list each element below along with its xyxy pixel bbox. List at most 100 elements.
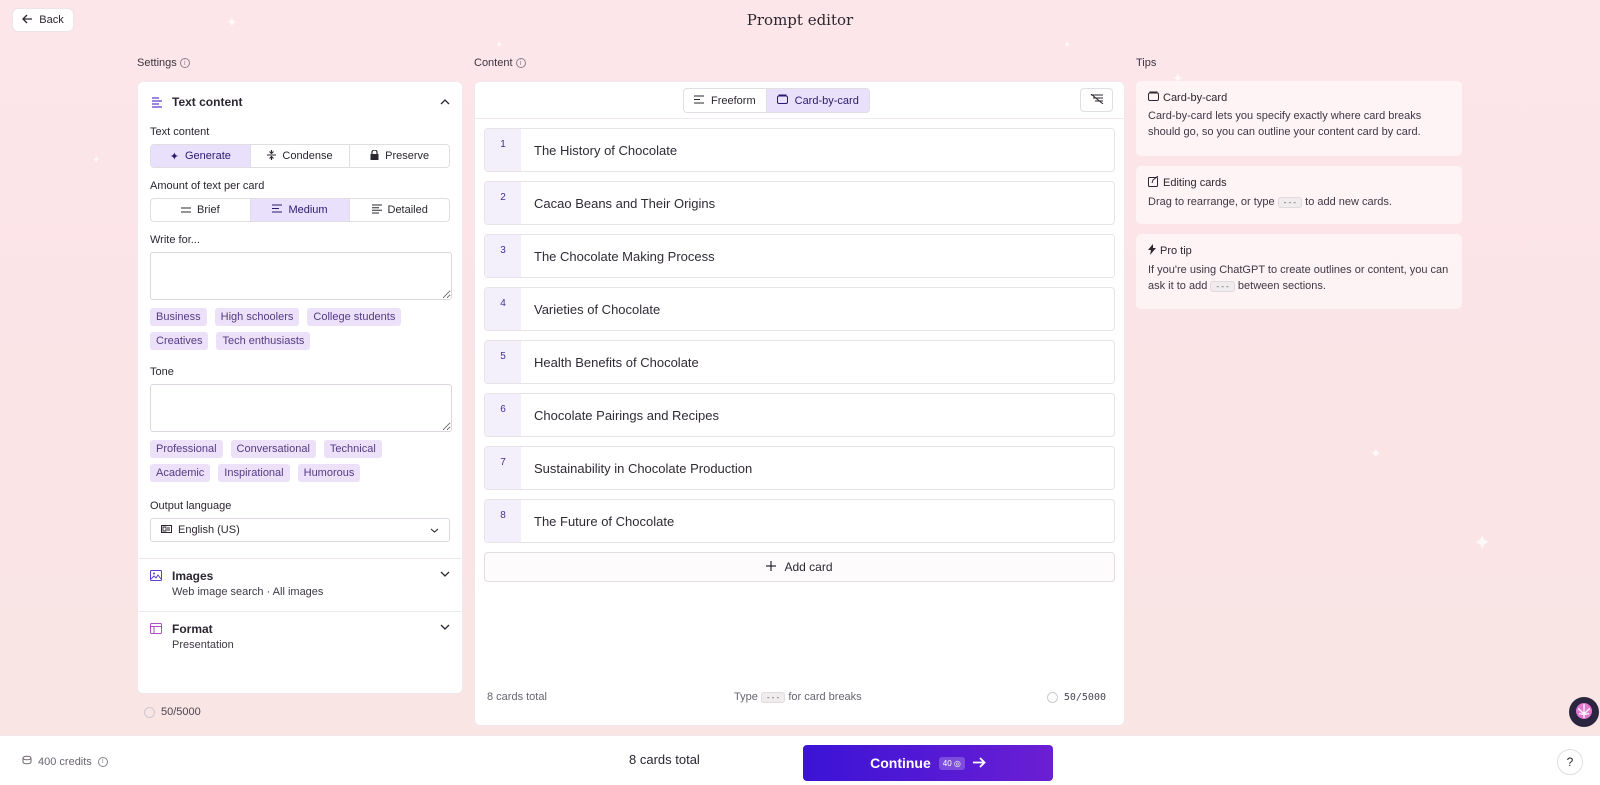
coins-icon [22,755,32,768]
card-title[interactable]: The History of Chocolate [521,129,677,171]
chip-high-schoolers[interactable]: High schoolers [214,308,300,326]
write-for-input[interactable] [150,252,452,300]
help-button[interactable]: ? [1557,749,1583,775]
condense-option[interactable]: Condense [251,145,351,167]
sparkle-decoration: ✦ [495,40,504,51]
chevron-down-icon[interactable] [440,569,450,580]
chip-professional[interactable]: Professional [150,440,223,458]
section-title: Text content [172,95,243,109]
kbd-dashes: --- [760,691,786,703]
clear-formatting-icon [1090,93,1104,107]
kbd-dashes: --- [1277,197,1303,208]
mode-toggle: Freeform Card-by-card [683,88,870,113]
format-subtitle: Presentation [172,639,234,651]
detailed-option[interactable]: Detailed [350,199,449,221]
option-label: Medium [288,204,328,216]
char-count-value: 50/5000 [1063,691,1106,703]
chip-inspirational[interactable]: Inspirational [218,464,290,482]
write-for-label: Write for... [150,234,200,246]
continue-button[interactable]: Continue 40 ◎ [803,745,1053,781]
add-card-button[interactable]: Add card [484,552,1115,582]
images-section[interactable]: Images Web image search · All images [138,559,462,611]
list-item[interactable]: 8 The Future of Chocolate [484,499,1115,543]
card-number: 3 [485,235,521,277]
card-title[interactable]: Cacao Beans and Their Origins [521,182,715,224]
chevron-up-icon[interactable] [440,97,450,108]
chip-creatives[interactable]: Creatives [150,332,209,350]
kbd-dashes: --- [1210,281,1235,292]
card-title[interactable]: The Future of Chocolate [521,500,674,542]
plus-icon [766,560,777,574]
preserve-option[interactable]: Preserve [350,145,449,167]
text-content-section-header[interactable]: Text content [138,82,462,112]
brief-option[interactable]: Brief [151,199,251,221]
tip-editing-cards: Editing cards Drag to rearrange, or type… [1136,166,1462,224]
format-section[interactable]: Format Presentation [138,612,462,664]
content-footer: 8 cards total Type --- for card breaks 5… [487,691,1106,703]
chip-technical[interactable]: Technical [323,440,382,458]
list-item[interactable]: 6 Chocolate Pairings and Recipes [484,393,1115,437]
lock-icon [370,148,379,163]
progress-ring-icon [144,706,155,718]
card-title[interactable]: Chocolate Pairings and Recipes [521,394,719,436]
chip-academic[interactable]: Academic [150,464,211,482]
content-char-count: 50/5000 [1046,691,1106,703]
sparkle-decoration: ✦ [92,155,101,166]
output-language-select[interactable]: English (US) [150,518,450,542]
mode-label: Card-by-card [794,94,859,107]
format-title: Format [172,622,213,636]
option-label: Brief [197,204,220,216]
arrow-right-icon [972,755,986,771]
clear-formatting-button[interactable] [1080,88,1113,112]
text-lines-icon [150,95,164,109]
assistant-brain-button[interactable] [1569,697,1599,727]
option-label: Condense [282,150,333,162]
detailed-icon [371,204,382,217]
chip-tech-enthusiasts[interactable]: Tech enthusiasts [216,332,311,350]
card-list: 1 The History of Chocolate 2 Cacao Beans a… [475,119,1124,543]
chip-business[interactable]: Business [150,308,207,326]
tone-input[interactable] [150,384,452,432]
chip-humorous[interactable]: Humorous [297,464,361,482]
tips-column-label: Tips [1136,57,1156,69]
list-item[interactable]: 1 The History of Chocolate [484,128,1115,172]
layout-icon [150,623,164,637]
settings-char-count: 50/5000 [144,706,201,718]
credits-value: 400 credits [38,755,92,768]
info-icon[interactable]: i [97,756,108,767]
card-number: 2 [485,182,521,224]
list-item[interactable]: 7 Sustainability in Chocolate Production [484,446,1115,490]
medium-option[interactable]: Medium [250,199,351,221]
content-toolbar: Freeform Card-by-card [475,82,1124,119]
amount-label: Amount of text per card [150,180,265,192]
list-item[interactable]: 4 Varieties of Chocolate [484,287,1115,331]
card-title[interactable]: Health Benefits of Chocolate [521,341,699,383]
chip-conversational[interactable]: Conversational [230,440,316,458]
cards-total: 8 cards total [487,691,547,703]
info-icon[interactable]: i [179,58,190,68]
chevron-down-icon [430,524,439,536]
chevron-down-icon[interactable] [440,622,450,633]
card-icon [1148,91,1159,104]
generate-option[interactable]: ✦ Generate [151,145,251,167]
freeform-mode-option[interactable]: Freeform [684,89,766,112]
text-content-segmented-control: ✦ Generate Condense Preserve [150,144,450,168]
page-title: Prompt editor [746,11,854,29]
info-icon[interactable]: i [515,58,526,68]
cards-total-summary: 8 cards total [629,752,700,767]
list-item[interactable]: 2 Cacao Beans and Their Origins [484,181,1115,225]
settings-column-label: Settings i [137,57,190,69]
card-title[interactable]: Sustainability in Chocolate Production [521,447,752,489]
brief-icon [181,204,192,216]
list-item[interactable]: 5 Health Benefits of Chocolate [484,340,1115,384]
credits-indicator[interactable]: 400 credits i [22,755,108,768]
card-title[interactable]: Varieties of Chocolate [521,288,660,330]
tip-title: Editing cards [1163,177,1227,189]
chip-college-students[interactable]: College students [307,308,402,326]
card-by-card-mode-option[interactable]: Card-by-card [765,89,869,112]
tip-body: Card-by-card lets you specify exactly wh… [1148,110,1422,138]
tip-body: If you're using ChatGPT to create outlin… [1148,262,1450,295]
list-item[interactable]: 3 The Chocolate Making Process [484,234,1115,278]
settings-panel: Text content Text content ✦ Generate Con… [137,81,463,694]
card-title[interactable]: The Chocolate Making Process [521,235,715,277]
